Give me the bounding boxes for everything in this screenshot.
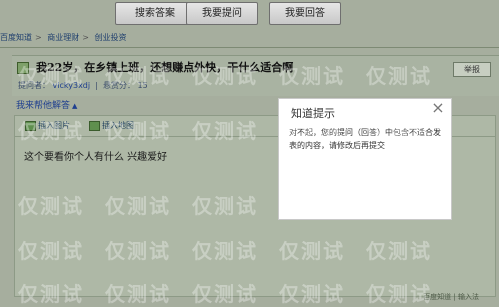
breadcrumb-item-finance[interactable]: 商业理财 [47,33,79,42]
footer-note: 百度知道 | 输入法 [423,293,479,301]
breadcrumb-separator: > [35,33,42,42]
search-answer-button[interactable]: 搜索答案 [115,2,195,25]
breadcrumb-separator: > [82,33,89,42]
answer-text[interactable]: 这个要看你个人有什么 兴趣爱好 [24,148,167,163]
asker-label: 提问者： [18,81,50,90]
answer-question-button[interactable]: 我要回答 [269,2,341,25]
breadcrumb-item-home[interactable]: 百度知道 [0,33,32,42]
image-icon [25,120,36,131]
help-answer-link[interactable]: 我来帮他解答 ▲ [16,98,77,111]
divider [0,47,499,48]
reward-label: 悬赏分： [102,81,135,90]
triangle-up-icon: ▲ [72,102,78,110]
dialog-message: 对不起，您的提问（回答）中包含不适合发表的内容，请修改后再提交 [289,128,441,150]
breadcrumb-item-startup[interactable]: 创业投资 [95,33,127,42]
reward-value: 15 [137,81,148,90]
insert-image-label: 插入图片 [38,121,70,130]
map-icon [89,120,100,131]
help-answer-label: 我来帮他解答 [16,101,71,111]
report-button[interactable]: 举报 [453,62,491,77]
top-toolbar: 搜索答案 我要提问 我要回答 [0,0,499,30]
notice-dialog: 知道提示 × 对不起，您的提问（回答）中包含不适合发表的内容，请修改后再提交 [278,98,452,220]
question-icon [17,62,29,74]
insert-image-button[interactable]: 插入图片 [25,120,70,131]
question-panel: 我22岁，在乡镇上班，还想赚点外快，干什么适合啊 提问者： vicky3xdj … [12,55,499,96]
insert-map-button[interactable]: 插入地图 [89,120,134,131]
question-title: 我22岁，在乡镇上班，还想赚点外快，干什么适合啊 [36,61,294,74]
dialog-title: 知道提示 [291,107,335,120]
ask-question-button[interactable]: 我要提问 [186,2,258,25]
page: 搜索答案 我要提问 我要回答 百度知道 > 商业理财 > 创业投资 我22岁，在乡镇… [0,0,499,307]
breadcrumb: 百度知道 > 商业理财 > 创业投资 [0,31,300,45]
close-icon[interactable]: × [431,100,445,116]
question-meta: 提问者： vicky3xdj | 悬赏分： 15 [18,81,148,90]
insert-map-label: 插入地图 [102,121,134,130]
asker-name[interactable]: vicky3xdj [53,81,91,90]
